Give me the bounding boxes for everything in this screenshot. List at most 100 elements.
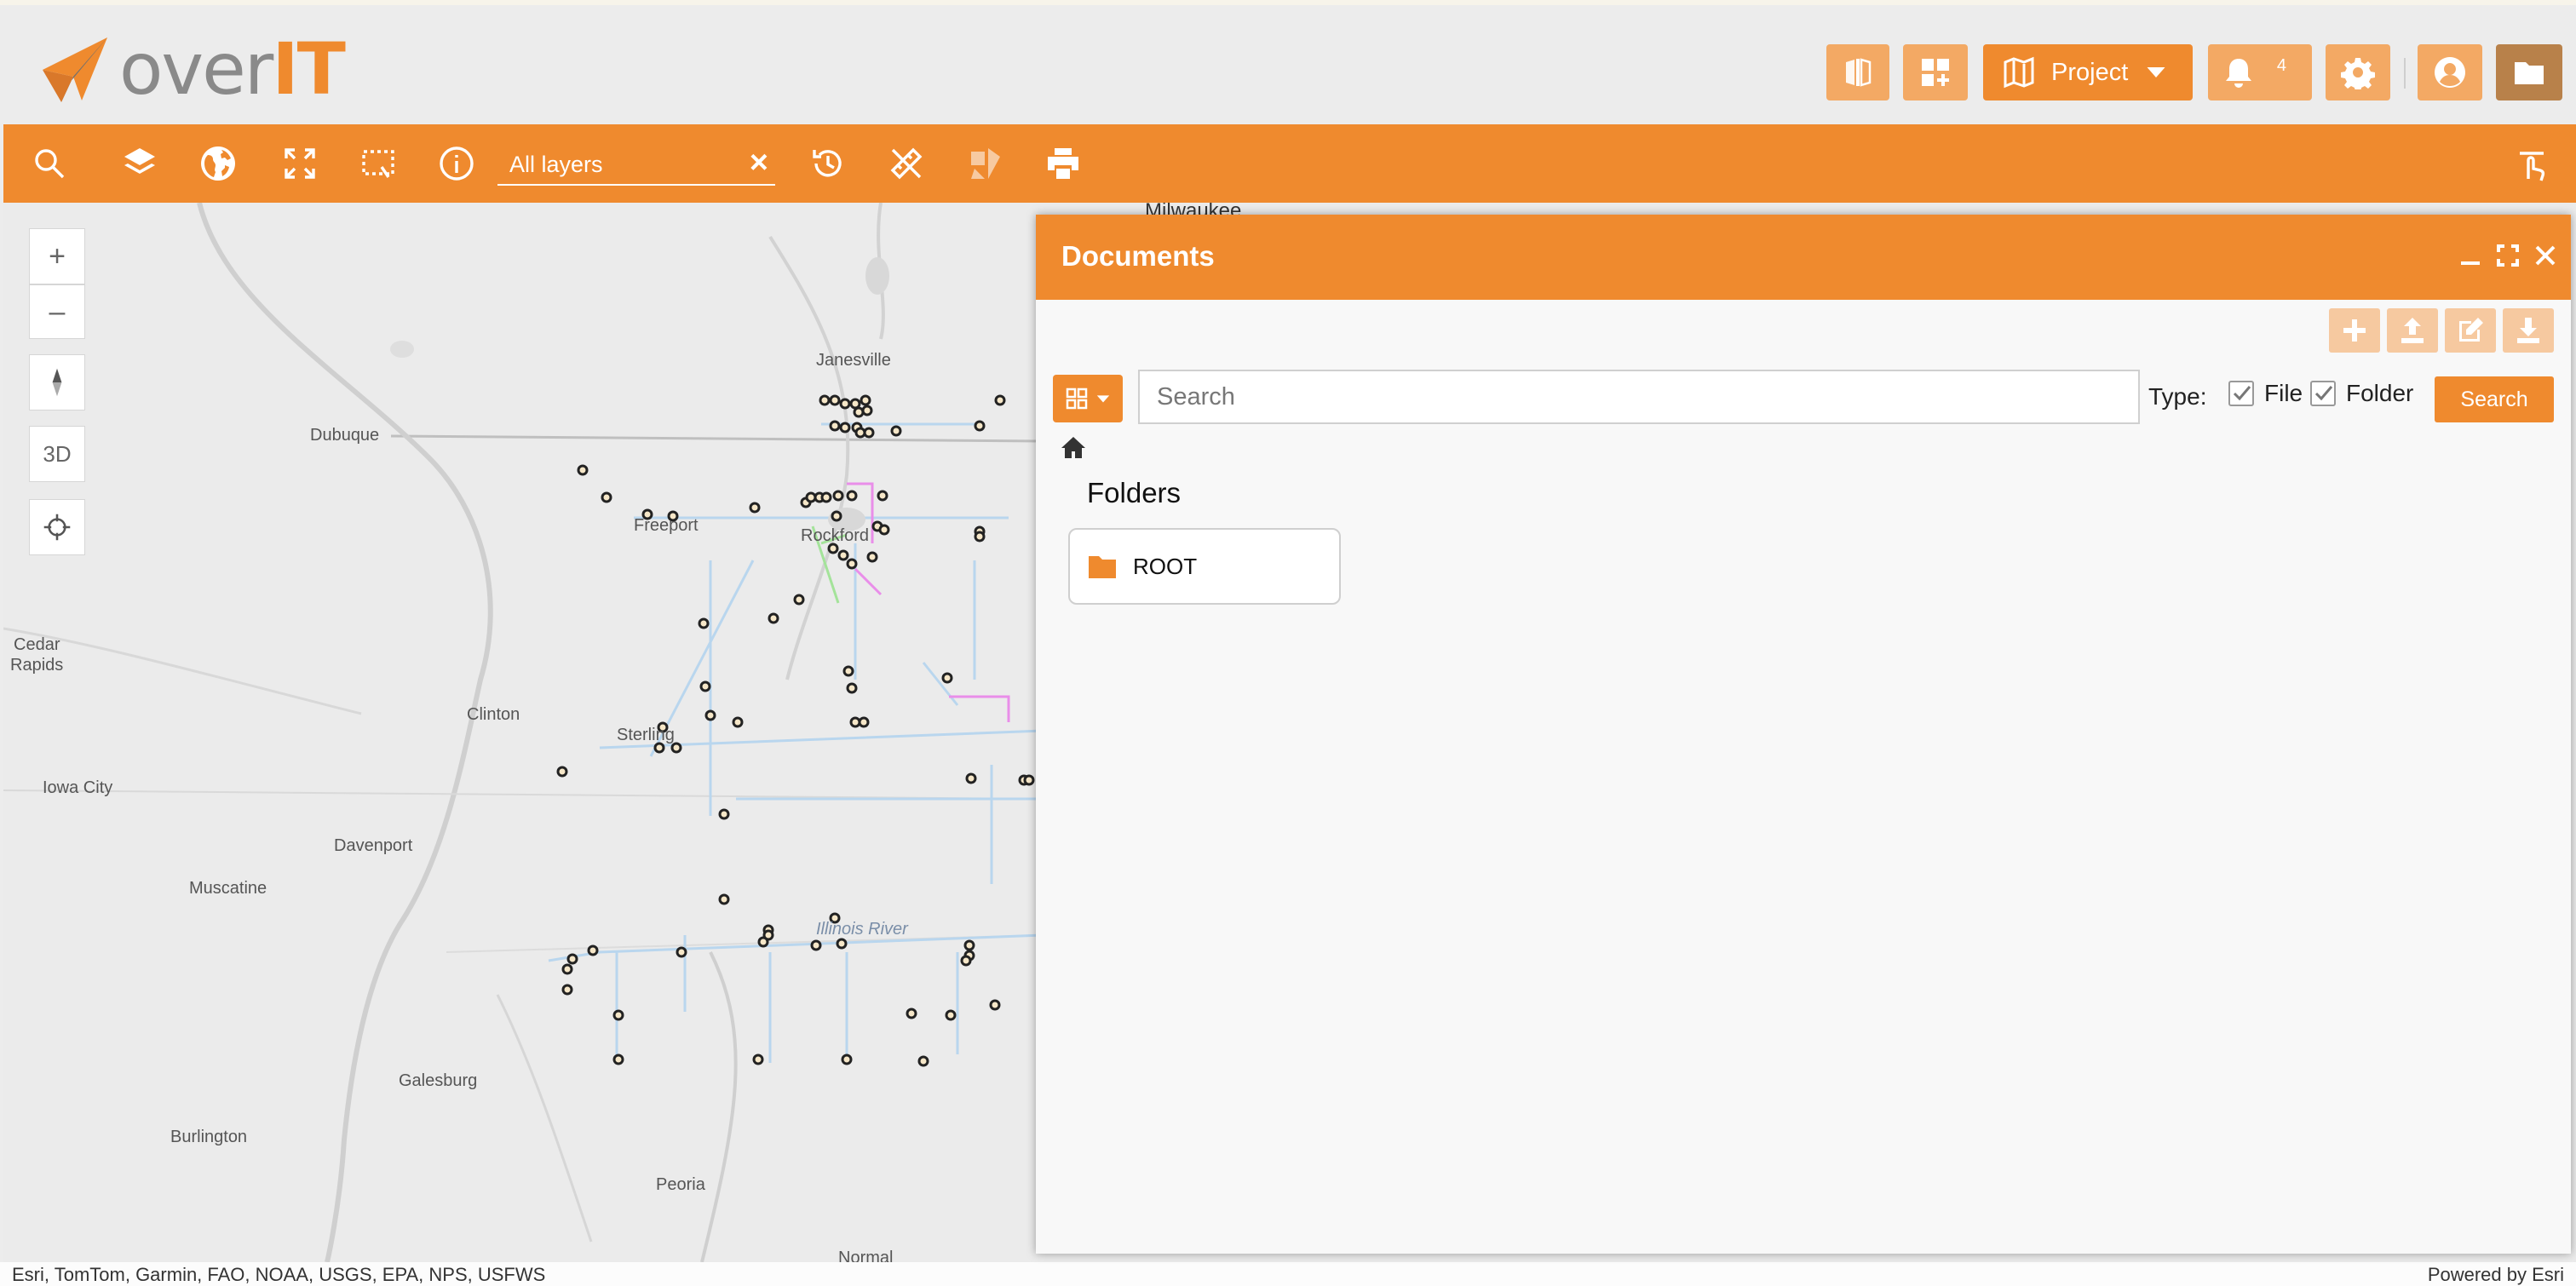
notifications-button[interactable]: 4 xyxy=(2208,44,2312,100)
map-asset-marker[interactable] xyxy=(878,524,890,536)
folder-card-root[interactable]: ROOT xyxy=(1068,528,1341,605)
map-asset-marker[interactable] xyxy=(836,938,848,950)
documents-panel-header[interactable]: Documents xyxy=(1036,215,2571,300)
map-asset-marker[interactable] xyxy=(994,394,1006,406)
map-asset-marker[interactable] xyxy=(768,612,779,624)
zoom-out-button[interactable]: – xyxy=(29,284,85,339)
map-asset-marker[interactable] xyxy=(917,1055,929,1067)
file-checkbox-box[interactable] xyxy=(2228,381,2254,406)
view-3d-button[interactable]: 3D xyxy=(29,426,85,482)
map-asset-marker[interactable] xyxy=(861,405,873,416)
clear-layer-filter-icon[interactable]: × xyxy=(750,145,768,181)
map-asset-marker[interactable] xyxy=(989,999,1001,1011)
search-tool[interactable] xyxy=(27,141,72,186)
user-account-button[interactable] xyxy=(2418,44,2482,100)
map-asset-marker[interactable] xyxy=(877,490,888,502)
upload-button[interactable] xyxy=(2387,308,2438,353)
add-widget-button[interactable] xyxy=(1903,44,1968,100)
map-asset-marker[interactable] xyxy=(699,680,711,692)
view-mode-dropdown[interactable] xyxy=(1053,375,1123,422)
attribution-powered-by[interactable]: Powered by Esri xyxy=(2428,1264,2564,1286)
fullscreen-tool[interactable] xyxy=(278,141,322,186)
map-asset-marker[interactable] xyxy=(612,1009,624,1021)
map-asset-marker[interactable] xyxy=(890,425,902,437)
map-asset-marker[interactable] xyxy=(829,420,841,432)
map-asset-marker[interactable] xyxy=(831,510,842,522)
map-asset-marker[interactable] xyxy=(561,984,573,996)
layer-filter-input[interactable]: All layers × xyxy=(497,143,775,186)
map-asset-marker[interactable] xyxy=(846,558,858,570)
map-asset-marker[interactable] xyxy=(839,398,851,410)
documents-search-input[interactable] xyxy=(1140,371,2138,422)
map-asset-marker[interactable] xyxy=(793,594,805,606)
map-asset-marker[interactable] xyxy=(556,766,568,778)
map-asset-marker[interactable] xyxy=(906,1008,917,1019)
map-asset-marker[interactable] xyxy=(718,808,730,820)
maximize-button[interactable] xyxy=(2491,238,2525,273)
close-button[interactable] xyxy=(2528,238,2562,273)
map-asset-marker[interactable] xyxy=(698,617,710,629)
map-asset-marker[interactable] xyxy=(577,464,589,476)
map-asset-marker[interactable] xyxy=(752,1053,764,1065)
measure-tool[interactable] xyxy=(884,141,929,186)
download-button[interactable] xyxy=(2503,308,2554,353)
map-asset-marker[interactable] xyxy=(749,502,761,514)
area-select-tool[interactable] xyxy=(356,141,400,186)
print-tool[interactable] xyxy=(1041,141,1085,186)
map-asset-marker[interactable] xyxy=(941,672,953,684)
map-asset-marker[interactable] xyxy=(960,955,972,967)
map-asset-marker[interactable] xyxy=(829,394,841,406)
locate-button[interactable] xyxy=(29,499,85,555)
map-asset-marker[interactable] xyxy=(965,772,977,784)
map-asset-marker[interactable] xyxy=(612,1053,624,1065)
map-asset-marker[interactable] xyxy=(841,1053,853,1065)
map-asset-marker[interactable] xyxy=(860,394,871,406)
map-asset-marker[interactable] xyxy=(566,953,578,965)
map-asset-marker[interactable] xyxy=(832,490,844,502)
map-asset-marker[interactable] xyxy=(1023,774,1035,786)
map-asset-marker[interactable] xyxy=(819,394,831,406)
map-asset-marker[interactable] xyxy=(718,893,730,905)
edit-button[interactable] xyxy=(2445,308,2496,353)
add-document-button[interactable] xyxy=(2329,308,2380,353)
map-asset-marker[interactable] xyxy=(854,427,866,439)
documents-folder-button[interactable] xyxy=(2496,44,2562,100)
folder-type-checkbox[interactable]: Folder xyxy=(2310,380,2413,407)
identify-tool[interactable] xyxy=(434,141,479,186)
settings-button[interactable] xyxy=(2326,44,2390,100)
map-asset-marker[interactable] xyxy=(974,420,986,432)
compass-button[interactable] xyxy=(29,354,85,410)
map-asset-marker[interactable] xyxy=(587,944,599,956)
minimize-button[interactable] xyxy=(2453,238,2487,273)
map-asset-marker[interactable] xyxy=(974,531,986,543)
map-asset-marker[interactable] xyxy=(846,682,858,694)
project-dropdown[interactable]: Project xyxy=(1983,44,2193,100)
folder-checkbox-box[interactable] xyxy=(2310,381,2336,406)
basemap-tool[interactable] xyxy=(196,141,240,186)
file-type-checkbox[interactable]: File xyxy=(2228,380,2303,407)
map-asset-marker[interactable] xyxy=(853,406,865,418)
map-asset-marker[interactable] xyxy=(866,551,878,563)
map-asset-marker[interactable] xyxy=(601,491,612,503)
map-asset-marker[interactable] xyxy=(842,665,854,677)
map-asset-marker[interactable] xyxy=(839,422,851,433)
map-asset-marker[interactable] xyxy=(810,939,822,951)
map-asset-marker[interactable] xyxy=(849,398,861,410)
map-asset-marker[interactable] xyxy=(757,936,769,948)
compare-button[interactable] xyxy=(1826,44,1889,100)
map-asset-marker[interactable] xyxy=(676,946,687,958)
history-tool[interactable] xyxy=(806,141,850,186)
map-asset-marker[interactable] xyxy=(732,716,744,728)
map-asset-marker[interactable] xyxy=(858,716,870,728)
map-asset-marker[interactable] xyxy=(704,709,716,721)
zoom-in-button[interactable]: + xyxy=(29,228,85,284)
touch-mode-tool[interactable] xyxy=(2510,141,2554,186)
map-asset-marker[interactable] xyxy=(846,490,858,502)
map-asset-marker[interactable] xyxy=(561,963,573,975)
map-asset-marker[interactable] xyxy=(820,491,832,503)
map-asset-marker[interactable] xyxy=(963,939,975,951)
map-asset-marker[interactable] xyxy=(837,549,849,561)
layers-tool[interactable] xyxy=(118,141,162,186)
draw-tool[interactable] xyxy=(964,141,1009,186)
documents-search-field[interactable] xyxy=(1138,370,2140,424)
